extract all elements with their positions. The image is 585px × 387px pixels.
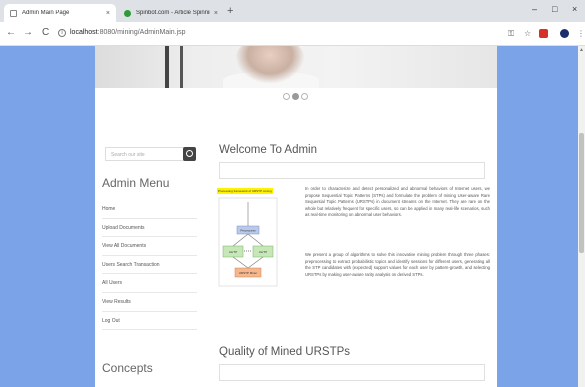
content-area: Search our site Admin Menu Home Upload D…	[95, 46, 497, 387]
url-path: :8080/mining/AdminMain.jsp	[97, 29, 186, 36]
reload-button[interactable]: C	[42, 27, 49, 38]
diagram-label-usrtp-right: UsrTP	[259, 250, 268, 254]
menu-item-view-results[interactable]: View Results	[102, 293, 197, 312]
diagram-label-preprocess: Preprocess	[240, 229, 256, 233]
search-input[interactable]: Search our site	[105, 147, 195, 161]
star-icon[interactable]: ☆	[524, 29, 531, 38]
slider-dot-active[interactable]	[292, 93, 299, 100]
new-tab-button[interactable]: +	[227, 5, 233, 17]
menu-item-upload-documents[interactable]: Upload Documents	[102, 219, 197, 238]
page-scrollbar[interactable]: ▲	[578, 46, 585, 387]
back-button[interactable]: ←	[6, 27, 16, 38]
extension-icon[interactable]	[539, 29, 548, 38]
site-info-icon[interactable]: i	[58, 29, 66, 37]
menu-item-view-all-documents[interactable]: View All Documents	[102, 237, 197, 256]
quality-divider-box	[219, 364, 485, 381]
close-tab-icon[interactable]: ×	[106, 10, 110, 17]
browser-tab-bar: Admin Main Page × Spinbot.com - Article …	[0, 0, 585, 22]
minimize-button[interactable]: –	[532, 4, 537, 14]
key-icon[interactable]: ⚿	[508, 29, 514, 39]
profile-icon[interactable]	[560, 29, 569, 38]
menu-item-log-out[interactable]: Log Out	[102, 312, 197, 331]
banner-image	[95, 46, 497, 88]
concepts-title: Concepts	[102, 361, 153, 375]
close-tab-icon[interactable]: ×	[214, 10, 218, 17]
algorithm-paragraph: We present a group of algorithms to solv…	[305, 252, 490, 277]
address-bar[interactable]: localhost:8080/mining/AdminMain.jsp	[70, 29, 186, 36]
maximize-button[interactable]: □	[552, 4, 557, 14]
page-viewport: Search our site Admin Menu Home Upload D…	[0, 46, 585, 387]
menu-item-users-search-transaction[interactable]: Users Search Transaction	[102, 256, 197, 275]
menu-item-all-users[interactable]: All Users	[102, 274, 197, 293]
spinbot-favicon-icon	[124, 9, 131, 17]
admin-menu: Home Upload Documents View All Documents…	[102, 200, 197, 331]
diagram-label-urstp-miner: URSTP Miner	[239, 271, 257, 275]
search-icon[interactable]	[183, 147, 196, 161]
slider-dot[interactable]	[283, 93, 290, 100]
menu-item-home[interactable]: Home	[102, 200, 197, 219]
close-window-button[interactable]: ×	[572, 4, 577, 14]
tab-title: Spinbot.com - Article Spinning	[136, 10, 210, 16]
page-icon	[10, 9, 17, 17]
welcome-divider-box	[219, 162, 485, 179]
forward-button[interactable]: →	[23, 27, 33, 38]
tab-admin-main-page[interactable]: Admin Main Page ×	[4, 4, 116, 22]
tab-title: Admin Main Page	[22, 10, 70, 16]
diagram-label-usrtp-left: UsrTP	[229, 250, 238, 254]
framework-diagram: Processing framework of URSTP mining Pre…	[217, 188, 279, 288]
intro-paragraph: In order to characterize and detect pers…	[305, 186, 490, 217]
quality-title: Quality of Mined URSTPs	[219, 346, 351, 358]
slider-dot[interactable]	[301, 93, 308, 100]
url-host: localhost	[70, 29, 98, 36]
tab-spinbot[interactable]: Spinbot.com - Article Spinning ×	[118, 4, 224, 22]
scrollbar-thumb[interactable]	[579, 133, 584, 253]
admin-menu-title: Admin Menu	[102, 176, 170, 190]
scroll-up-icon[interactable]: ▲	[579, 47, 584, 53]
slider-dots	[283, 93, 308, 100]
diagram-graphic: Preprocess UsrTP UsrTP URSTP Miner	[218, 197, 278, 287]
menu-dots-icon[interactable]: ⋮	[577, 29, 585, 38]
welcome-title: Welcome To Admin	[219, 144, 318, 156]
browser-toolbar: ← → C i localhost:8080/mining/AdminMain.…	[0, 22, 585, 46]
